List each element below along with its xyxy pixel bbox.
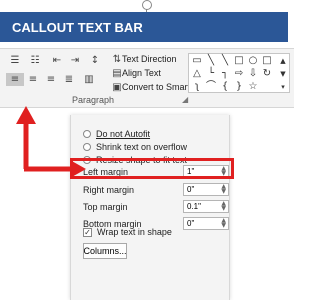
red-arrow-icon: [16, 106, 86, 178]
